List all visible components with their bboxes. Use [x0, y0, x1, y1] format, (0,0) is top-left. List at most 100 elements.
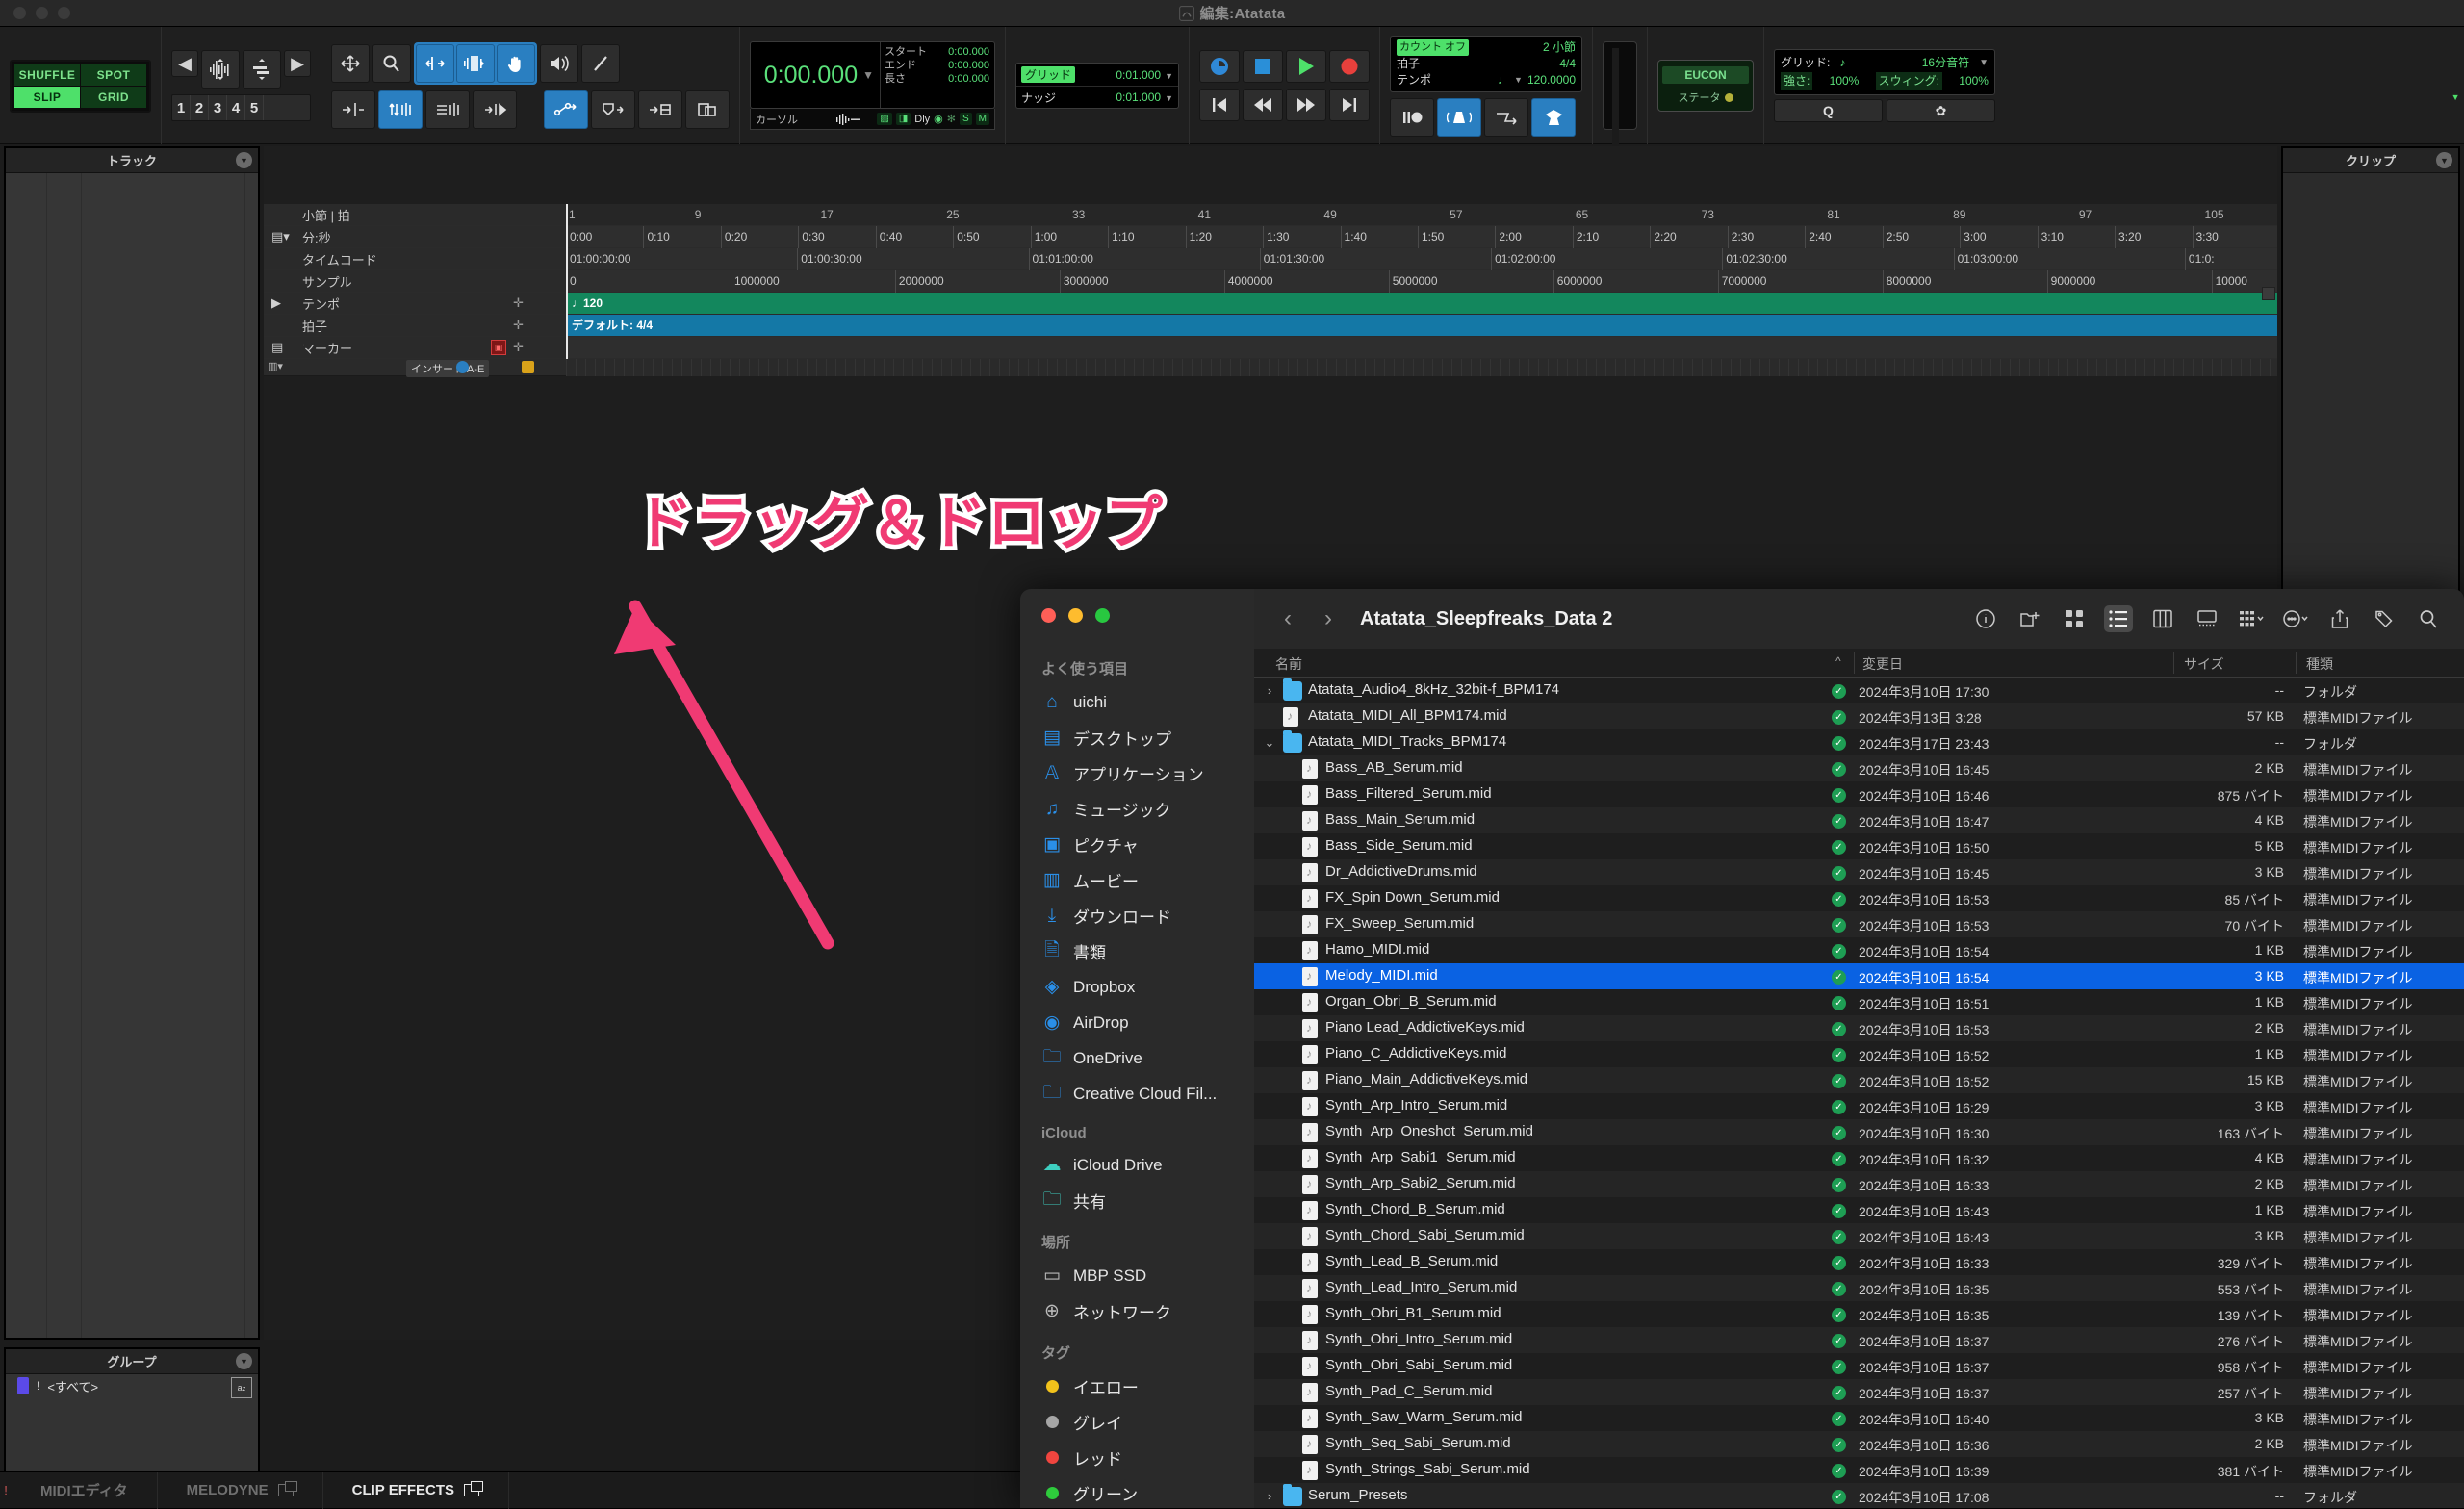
return-to-zero-icon[interactable]: [1199, 89, 1240, 121]
new-folder-icon[interactable]: [2015, 605, 2044, 632]
clip-effects-window-icon[interactable]: [464, 1481, 484, 1496]
disclosure-triangle-icon[interactable]: ›: [1264, 1489, 1275, 1503]
table-row[interactable]: Synth_Obri_B1_Serum.mid ✓ 2024年3月10日 16:35…: [1254, 1301, 2464, 1327]
error-indicator-icon[interactable]: !: [0, 1483, 12, 1497]
sidebar-item-[interactable]: グリーン: [1020, 1475, 1254, 1508]
column-header-date[interactable]: 変更日: [1862, 654, 1903, 674]
icon-view-icon[interactable]: [2060, 605, 2089, 632]
group-sort-az-icon[interactable]: az: [231, 1377, 252, 1398]
table-row[interactable]: Organ_Obri_B_Serum.mid ✓ 2024年3月10日 16:51 1…: [1254, 989, 2464, 1015]
sidebar-item-creativecloudfil[interactable]: 🗀 Creative Cloud Fil...: [1020, 1076, 1254, 1112]
q-swing-label[interactable]: スウィング:: [1875, 72, 1942, 90]
group-by-icon[interactable]: [2237, 605, 2266, 632]
table-row[interactable]: FX_Sweep_Serum.mid ✓ 2024年3月10日 16:53 70 バイ…: [1254, 911, 2464, 937]
play-button[interactable]: [1286, 50, 1326, 83]
ruler-lane-bars[interactable]: 1 9 17 25 33 41 49 57 65 73 81 89 97 105: [566, 204, 2277, 226]
table-row[interactable]: Synth_Lead_B_Serum.mid ✓ 2024年3月10日 16:33 3…: [1254, 1249, 2464, 1275]
go-to-end-icon[interactable]: [1329, 89, 1370, 121]
sidebar-item-[interactable]: 🗎 書類: [1020, 934, 1254, 969]
sidebar-item-[interactable]: ▣ ピクチャ: [1020, 827, 1254, 862]
tab-clip-effects[interactable]: CLIP EFFECTS: [323, 1471, 510, 1509]
mode-slip-button[interactable]: SLIP: [14, 86, 80, 108]
record-button[interactable]: [1329, 50, 1370, 83]
waveform-zoom-icon[interactable]: [201, 50, 240, 89]
grid-caret-icon[interactable]: ▼: [2451, 92, 2460, 102]
trim-tool-icon[interactable]: [416, 44, 454, 83]
click-metronome-icon[interactable]: [1437, 97, 1481, 137]
metronome-pause-icon[interactable]: [1390, 97, 1434, 137]
column-view-icon[interactable]: [2148, 605, 2177, 632]
copy-layers-icon[interactable]: [685, 90, 730, 129]
tempo-value[interactable]: 120.0000: [1527, 72, 1576, 89]
grid-row[interactable]: グリッド 0:01.000 ▼: [1016, 64, 1178, 86]
marker-record-icon[interactable]: ▣: [491, 340, 506, 355]
q-strength-value[interactable]: 100%: [1830, 72, 1860, 90]
table-row[interactable]: Synth_Arp_Intro_Serum.mid ✓ 2024年3月10日 16:…: [1254, 1093, 2464, 1119]
finder-traffic-lights[interactable]: [1041, 608, 1110, 623]
marker-list-icon[interactable]: ▤: [271, 340, 283, 355]
tempo-caret-icon[interactable]: ▼: [1514, 72, 1523, 89]
meter-add-icon[interactable]: ✛: [513, 318, 524, 333]
loop-playback-icon[interactable]: [1199, 50, 1240, 83]
sidebar-item-[interactable]: レッド: [1020, 1440, 1254, 1475]
table-row[interactable]: Melody_MIDI.mid ✓ 2024年3月10日 16:54 3 KB 標準MI…: [1254, 963, 2464, 989]
end-value[interactable]: 0:00.000: [948, 59, 989, 72]
conductor-icon[interactable]: [1531, 97, 1576, 137]
table-row[interactable]: Synth_Arp_Oneshot_Serum.mid ✓ 2024年3月10日 1…: [1254, 1119, 2464, 1145]
finder-zoom-icon[interactable]: [1095, 608, 1110, 623]
zoom-next-icon[interactable]: ▶: [284, 50, 311, 77]
ruler-label-samples[interactable]: サンプル: [264, 270, 566, 293]
sidebar-item-[interactable]: 🗀 共有: [1020, 1183, 1254, 1218]
grabber-tool-icon[interactable]: [497, 44, 535, 83]
edit-scroll-arrow-icon[interactable]: [2262, 383, 2275, 396]
sidebar-item-onedrive[interactable]: 🗀 OneDrive: [1020, 1040, 1254, 1076]
ruler-lane-meter[interactable]: デフォルト: 4/4: [566, 315, 2277, 337]
ruler-label-bars[interactable]: 小節 | 拍: [264, 204, 566, 226]
link-track-edit-icon[interactable]: [425, 90, 470, 129]
table-row[interactable]: Synth_Arp_Sabi2_Serum.mid ✓ 2024年3月10日 16:…: [1254, 1171, 2464, 1197]
ruler-lane-minsec[interactable]: 0:00 0:10 0:20 0:30 0:40 0:50 1:00 1:10 1:20 1:30…: [566, 226, 2277, 248]
sidebar-item-airdrop[interactable]: ◉ AirDrop: [1020, 1005, 1254, 1040]
q-strength-label[interactable]: 強さ:: [1781, 72, 1813, 90]
pt-close-icon[interactable]: [13, 7, 26, 19]
group-row-all[interactable]: ! <すべて> az: [6, 1374, 258, 1398]
link-timeline-selection-icon[interactable]: [378, 90, 423, 129]
table-row[interactable]: › Serum_Presets ✓ 2024年3月10日 17:08 -- フォルダ: [1254, 1483, 2464, 1508]
rewind-icon[interactable]: [1243, 89, 1283, 121]
mode-grid-button[interactable]: GRID ▼: [81, 86, 2459, 108]
tracks-panel-menu-icon[interactable]: ▼: [236, 152, 252, 168]
table-row[interactable]: ⌄ Atatata_MIDI_Tracks_BPM174 ✓ 2024年3月17日 2…: [1254, 729, 2464, 755]
column-header-size[interactable]: サイズ: [2184, 654, 2224, 674]
sidebar-item-[interactable]: ▤ デスクトップ: [1020, 720, 1254, 755]
zoom-preset-3[interactable]: 3: [209, 95, 227, 120]
table-row[interactable]: Piano_C_AddictiveKeys.mid ✓ 2024年3月10日 16:…: [1254, 1041, 2464, 1067]
ruler-label-tempo[interactable]: ▶ テンポ ✛: [264, 293, 566, 315]
ruler-lane-timecode[interactable]: 01:00:00:00 01:00:30:00 01:01:00:00 01:01:3…: [566, 248, 2277, 270]
q-swing-value[interactable]: 100%: [1959, 72, 1989, 90]
count-off-value[interactable]: 2 小節: [1543, 39, 1576, 56]
asterisk-icon[interactable]: ✻: [947, 113, 956, 125]
table-row[interactable]: Bass_Filtered_Serum.mid ✓ 2024年3月10日 16:46…: [1254, 781, 2464, 807]
sidebar-item-uichi[interactable]: ⌂ uichi: [1020, 684, 1254, 720]
zoom-tool-icon[interactable]: [372, 44, 411, 83]
zoom-prev-icon[interactable]: ◀: [171, 50, 198, 77]
track-automation-icon[interactable]: [456, 361, 469, 373]
tempo-expand-icon[interactable]: ▶: [271, 295, 281, 311]
melodyne-window-icon[interactable]: [277, 1481, 297, 1496]
pencil-tool-icon[interactable]: [581, 44, 620, 83]
ruler-view-icon[interactable]: ▤▾: [271, 229, 290, 244]
tab-melodyne[interactable]: MELODYNE: [158, 1471, 323, 1509]
playhead[interactable]: [566, 204, 568, 359]
ruler-label-markers[interactable]: ▤ マーカー ▣ ✛: [264, 337, 566, 359]
grid-caret-down-icon[interactable]: ▼: [1165, 71, 1173, 81]
finder-sidebar[interactable]: よく使う項目 ⌂ uichi ▤ デスクトップ 𝔸 アプリケーション ♫ ミュージック ▣ ピクチャ…: [1020, 589, 1254, 1508]
table-row[interactable]: Bass_Side_Serum.mid ✓ 2024年3月10日 16:50 5 KB…: [1254, 833, 2464, 859]
ruler-lane-tempo[interactable]: ♩120: [566, 293, 2277, 315]
clips-panel-menu-icon[interactable]: ▼: [2436, 152, 2452, 168]
more-actions-icon[interactable]: [2281, 605, 2310, 632]
disclosure-triangle-icon[interactable]: ⌄: [1264, 735, 1275, 751]
finder-file-list[interactable]: › Atatata_Audio4_8kHz_32bit-f_BPM174 ✓ 2024…: [1254, 678, 2464, 1508]
zoom-preset-2[interactable]: 2: [191, 95, 209, 120]
info-icon[interactable]: [1971, 605, 2000, 632]
table-row[interactable]: Piano Lead_AddictiveKeys.mid ✓ 2024年3月10日 …: [1254, 1015, 2464, 1041]
